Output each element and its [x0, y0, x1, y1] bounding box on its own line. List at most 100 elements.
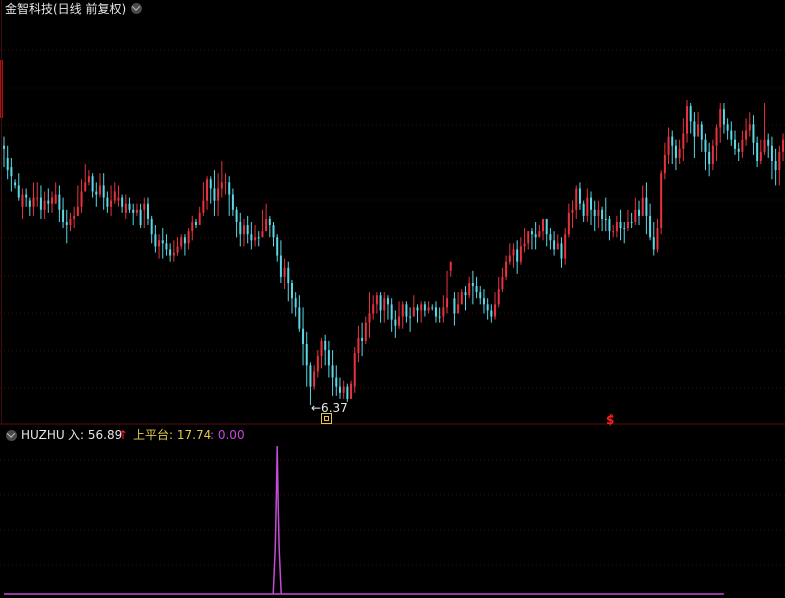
candle-body	[154, 234, 157, 247]
candle-body	[542, 218, 545, 232]
candle-body	[505, 261, 508, 277]
candle-body	[460, 292, 463, 305]
in-up-arrow-icon: ↑	[118, 428, 129, 442]
candle-body	[324, 340, 327, 351]
candle-body	[726, 124, 729, 131]
candle-body	[553, 240, 556, 250]
candle-body	[228, 182, 231, 195]
candle-body	[169, 249, 172, 256]
indicator-dropdown-icon[interactable]	[6, 430, 17, 441]
candle-body	[254, 237, 257, 241]
candle-body	[375, 295, 378, 305]
candle-body	[361, 337, 364, 341]
candle-body	[146, 203, 149, 219]
candle-body	[475, 286, 478, 293]
candle-body	[25, 194, 28, 198]
candle-body	[95, 191, 98, 195]
candle-body	[10, 167, 13, 177]
candle-body	[767, 139, 770, 146]
candle-body	[272, 225, 275, 238]
candle-body	[383, 298, 386, 311]
candle-body	[335, 377, 338, 387]
candle-body	[638, 209, 641, 216]
candle-body	[294, 298, 297, 308]
candle-body	[194, 222, 197, 226]
candle-body	[132, 209, 135, 213]
candle-body	[91, 176, 94, 192]
candle-body	[431, 307, 434, 309]
candle-body	[183, 237, 186, 244]
candle-body	[198, 212, 201, 226]
candle-body	[523, 243, 526, 247]
candle-body	[678, 148, 681, 158]
candle-body	[242, 225, 245, 235]
candle-body	[135, 209, 138, 213]
candle-body	[756, 142, 759, 161]
candle-body	[117, 197, 120, 201]
candle-body	[730, 130, 733, 140]
candle-body	[150, 218, 153, 235]
candle-body	[176, 246, 179, 253]
candle-body	[442, 307, 445, 317]
candle-body	[21, 194, 24, 207]
candle-body	[110, 200, 113, 207]
candle-body	[220, 182, 223, 189]
indicator-spike	[272, 445, 282, 595]
candle-body	[405, 304, 408, 317]
candle-body	[394, 319, 397, 326]
candle-body	[32, 197, 35, 207]
candle-body	[36, 197, 39, 199]
candle-body	[50, 197, 53, 204]
candle-body	[412, 307, 415, 317]
candle-body	[571, 209, 574, 213]
candle-body	[593, 209, 596, 216]
candle-body	[386, 298, 389, 305]
candle-body	[305, 344, 308, 366]
candle-body	[660, 173, 663, 229]
candle-body	[279, 255, 282, 277]
candle-body	[434, 307, 437, 317]
candle-body	[567, 212, 570, 235]
candle-body	[73, 215, 76, 219]
candle-body	[438, 316, 441, 318]
candle-body	[235, 209, 238, 222]
candle-body	[206, 179, 209, 201]
square-marker-icon[interactable]	[321, 413, 332, 424]
candle-body	[457, 304, 460, 314]
candle-body	[527, 231, 530, 244]
candle-body	[708, 151, 711, 165]
candle-body	[191, 222, 194, 232]
candle-body	[671, 136, 674, 146]
platform-value-label: 上平台: 17.74	[133, 428, 212, 442]
candle-body	[139, 209, 142, 226]
candle-body	[246, 225, 249, 235]
candle-body	[479, 292, 482, 299]
candle-body	[656, 228, 659, 250]
candle-body	[453, 298, 456, 314]
candle-body	[416, 307, 419, 311]
candle-body	[316, 356, 319, 372]
candle-body	[165, 243, 168, 250]
candle-body	[6, 157, 9, 171]
candle-body	[409, 316, 412, 318]
candle-body	[39, 197, 42, 210]
candle-body	[748, 124, 751, 131]
candle-body	[224, 182, 227, 184]
buy-signal-icon: $̂	[606, 413, 615, 427]
candle-body	[530, 231, 533, 235]
candle-body	[327, 350, 330, 366]
candle-body	[549, 234, 552, 241]
candle-body	[346, 386, 349, 399]
candle-body	[578, 188, 581, 204]
candle-body	[663, 154, 666, 174]
candle-body	[398, 316, 401, 326]
candle-body	[302, 328, 305, 344]
candle-body	[102, 185, 105, 198]
title-dropdown-icon[interactable]	[131, 3, 142, 14]
candle-body	[582, 203, 585, 216]
candle-body	[276, 237, 279, 256]
candle-body	[494, 304, 497, 317]
candle-body	[250, 234, 253, 241]
candle-body	[652, 237, 655, 250]
candle-body	[501, 276, 504, 290]
